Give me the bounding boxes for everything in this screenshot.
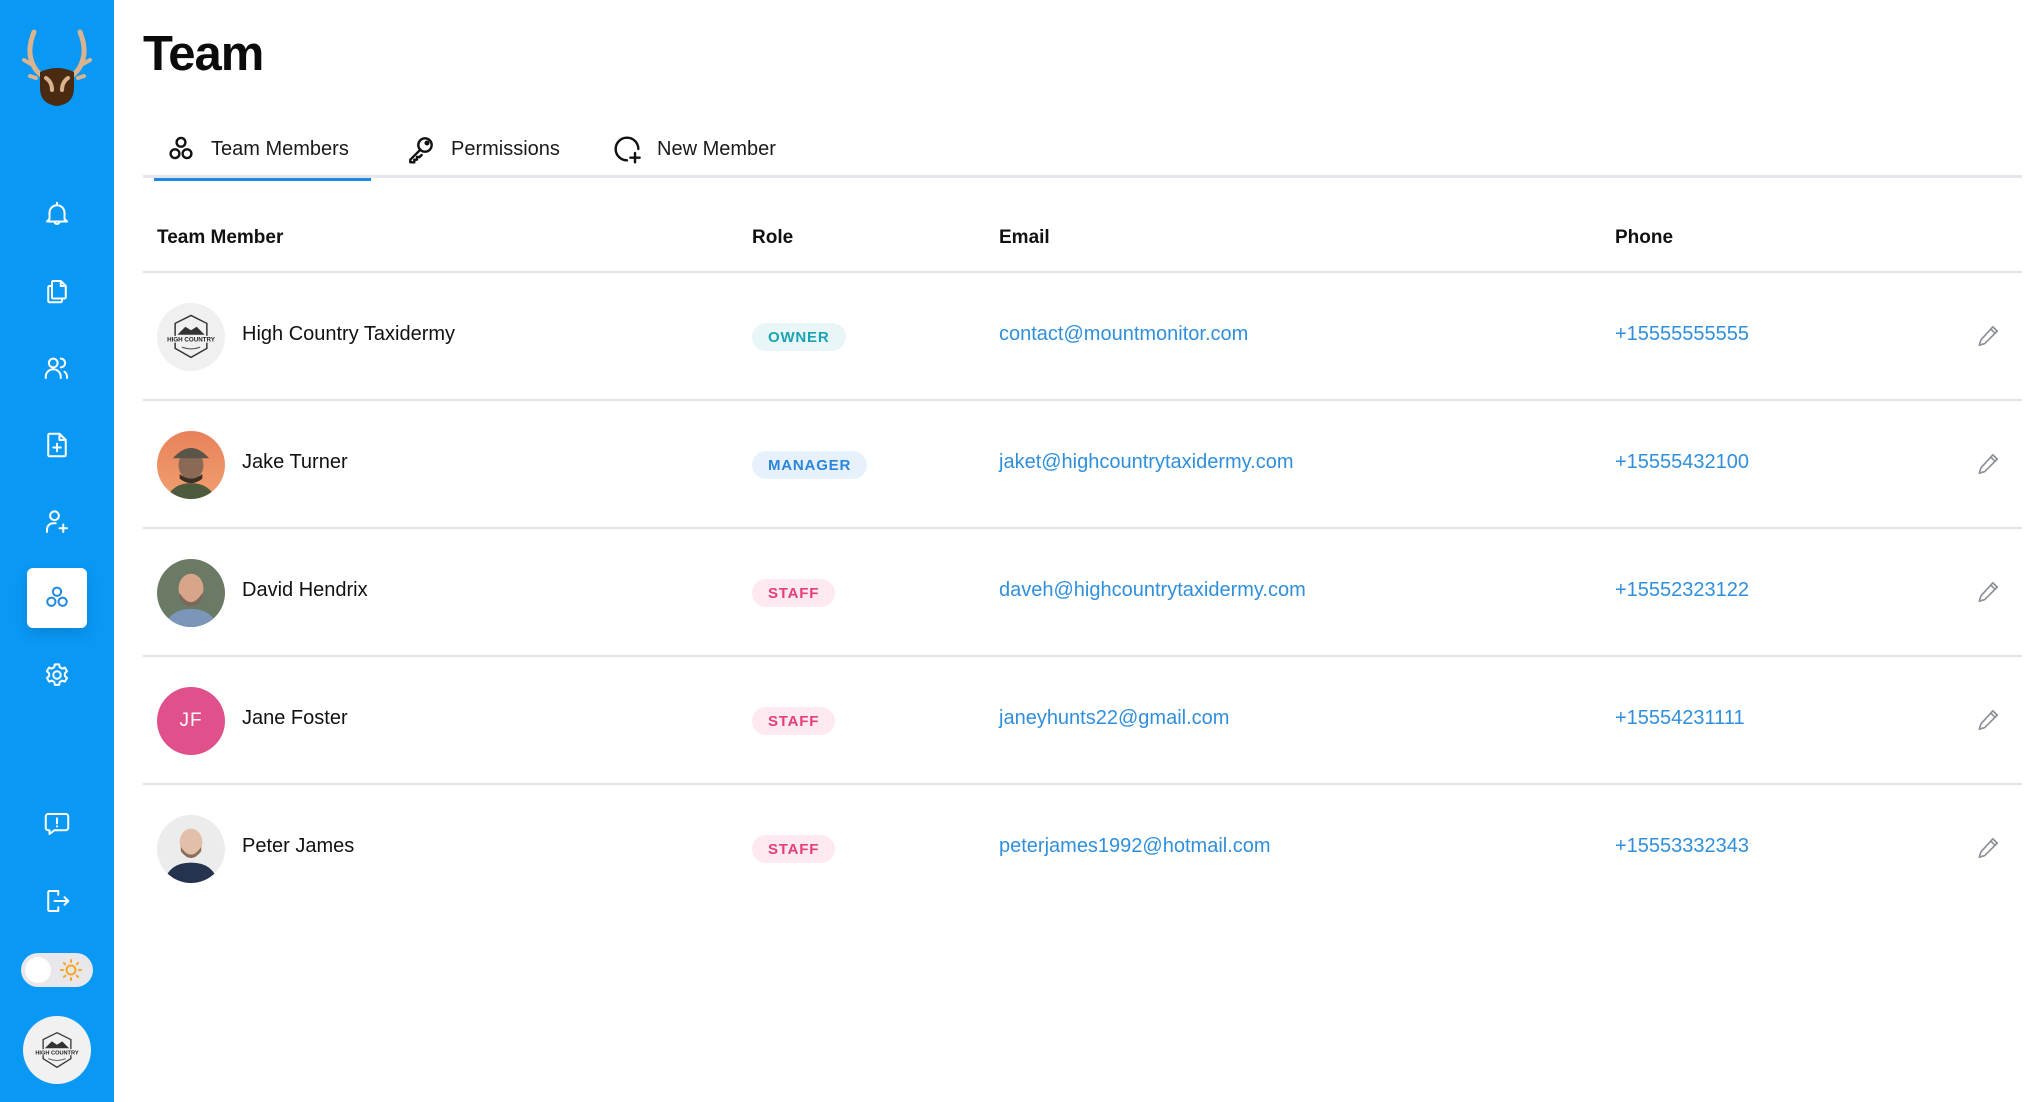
- edit-pencil-icon[interactable]: [1975, 707, 2001, 733]
- column-header-phone[interactable]: Phone: [1615, 227, 1673, 249]
- member-phone-link[interactable]: +15554231111: [1615, 707, 1745, 730]
- tab-label: Permissions: [451, 137, 560, 160]
- member-phone-link[interactable]: +15555432100: [1615, 451, 1749, 474]
- avatar: [157, 431, 225, 499]
- sidebar-item-logout[interactable]: [27, 871, 87, 931]
- role-badge: MANAGER: [752, 451, 868, 479]
- table-row[interactable]: HIGH COUNTRY High Country Taxidermy OWNE…: [143, 273, 2022, 401]
- antler-logo-icon[interactable]: [22, 26, 92, 112]
- svg-text:HIGH COUNTRY: HIGH COUNTRY: [35, 1050, 78, 1056]
- sidebar-item-add-user[interactable]: [27, 492, 87, 552]
- user-photo-icon: [157, 815, 225, 883]
- member-phone-link[interactable]: +15555555555: [1615, 323, 1749, 346]
- member-name: Jane Foster: [242, 707, 348, 729]
- column-header-team-member[interactable]: Team Member: [157, 227, 283, 249]
- team-members-table: Team Member Role Email Phone HIGH COUNTR…: [143, 205, 2022, 913]
- member-email-link[interactable]: contact@mountmonitor.com: [999, 323, 1248, 346]
- high-country-logo-icon: HIGH COUNTRY: [167, 314, 216, 359]
- sidebar-item-documents[interactable]: [27, 261, 87, 321]
- high-country-logo-icon: HIGH COUNTRY: [35, 1031, 79, 1069]
- table-header: Team Member Role Email Phone: [143, 205, 2022, 273]
- sidebar-item-notifications[interactable]: [27, 184, 87, 244]
- circle-plus-icon: [614, 136, 641, 164]
- users-icon: [44, 357, 68, 379]
- member-phone-link[interactable]: +15552323122: [1615, 579, 1749, 602]
- logout-icon: [47, 890, 70, 912]
- svg-text:HIGH COUNTRY: HIGH COUNTRY: [167, 337, 216, 344]
- files-icon: [47, 280, 67, 304]
- edit-pencil-icon[interactable]: [1975, 835, 2001, 861]
- user-photo-icon: [157, 431, 225, 499]
- tab-label: New Member: [657, 137, 776, 160]
- tab-team-members[interactable]: Team Members: [154, 120, 371, 181]
- avatar: [157, 559, 225, 627]
- member-name: David Hendrix: [242, 579, 368, 601]
- column-header-role[interactable]: Role: [752, 227, 793, 249]
- avatar: HIGH COUNTRY: [157, 303, 225, 371]
- sun-icon: [60, 959, 82, 981]
- avatar-initials: JF: [179, 710, 203, 731]
- table-row[interactable]: Peter James STAFF peterjames1992@hotmail…: [143, 785, 2022, 913]
- tab-permissions[interactable]: Permissions: [405, 120, 560, 178]
- tab-bar: Team Members Permissions New Member: [143, 120, 2022, 181]
- sidebar-item-team[interactable]: [27, 568, 87, 628]
- table-row[interactable]: Jake Turner MANAGER jaket@highcountrytax…: [143, 401, 2022, 529]
- role-badge: STAFF: [752, 579, 836, 607]
- table-row[interactable]: JF Jane Foster STAFF janeyhunts22@gmail.…: [143, 657, 2022, 785]
- team-circles-icon: [169, 136, 193, 160]
- page-title: Team: [143, 27, 264, 81]
- gear-icon: [45, 663, 68, 686]
- table-row[interactable]: David Hendrix STAFF daveh@highcountrytax…: [143, 529, 2022, 657]
- column-header-email[interactable]: Email: [999, 227, 1050, 249]
- theme-toggle[interactable]: [21, 953, 93, 987]
- user-photo-icon: [157, 559, 225, 627]
- sidebar-item-settings[interactable]: [27, 645, 87, 705]
- avatar: [157, 815, 225, 883]
- sidebar: HIGH COUNTRY: [0, 0, 114, 1102]
- edit-pencil-icon[interactable]: [1975, 451, 2001, 477]
- member-email-link[interactable]: daveh@highcountrytaxidermy.com: [999, 579, 1306, 602]
- message-alert-icon: [44, 813, 70, 835]
- member-email-link[interactable]: jaket@highcountrytaxidermy.com: [999, 451, 1294, 474]
- file-plus-icon: [47, 432, 67, 458]
- member-email-link[interactable]: janeyhunts22@gmail.com: [999, 707, 1229, 730]
- role-badge: STAFF: [752, 835, 836, 863]
- sidebar-item-new-document[interactable]: [27, 415, 87, 475]
- tab-label: Team Members: [211, 137, 349, 160]
- member-name: Jake Turner: [242, 451, 348, 473]
- team-circles-icon: [46, 586, 68, 607]
- sidebar-item-customers[interactable]: [27, 338, 87, 398]
- edit-pencil-icon[interactable]: [1975, 323, 2001, 349]
- tab-new-member[interactable]: New Member: [611, 120, 776, 178]
- member-phone-link[interactable]: +15553332343: [1615, 835, 1749, 858]
- role-badge: OWNER: [752, 323, 846, 351]
- user-plus-icon: [46, 510, 68, 533]
- sidebar-item-feedback[interactable]: [27, 794, 87, 854]
- toggle-knob: [25, 957, 51, 983]
- profile-avatar[interactable]: HIGH COUNTRY: [23, 1016, 91, 1084]
- avatar: JF: [157, 687, 225, 755]
- role-badge: STAFF: [752, 707, 836, 735]
- member-email-link[interactable]: peterjames1992@hotmail.com: [999, 835, 1271, 858]
- edit-pencil-icon[interactable]: [1975, 579, 2001, 605]
- bell-icon: [46, 201, 68, 225]
- member-name: Peter James: [242, 835, 355, 857]
- member-name: High Country Taxidermy: [242, 323, 456, 345]
- key-icon: [409, 137, 433, 164]
